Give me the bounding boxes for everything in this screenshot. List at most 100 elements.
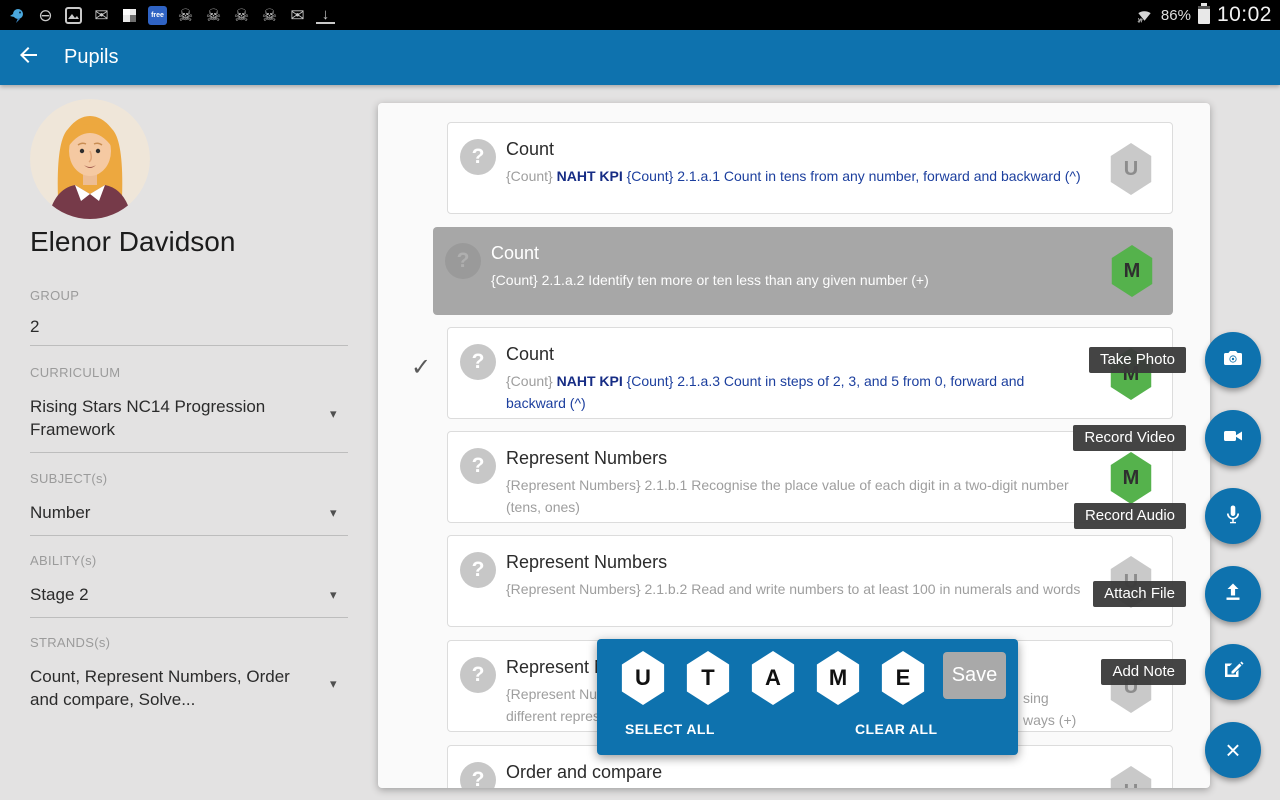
close-icon: × <box>1225 735 1241 765</box>
assessment-title: Count <box>506 139 555 159</box>
grade-option-e[interactable]: E <box>881 651 925 705</box>
divider <box>30 452 348 453</box>
assessment-row[interactable]: ? Represent Numbers {Represent Numbers} … <box>447 431 1173 523</box>
question-mark-icon[interactable]: ? <box>460 139 496 175</box>
freebooks-icon: free <box>148 5 167 25</box>
subject-select[interactable]: Number <box>30 501 320 524</box>
assessment-row-selected[interactable]: ? Count {Count} 2.1.a.2 Identify ten mor… <box>433 227 1173 315</box>
screenshot-icon <box>64 6 83 25</box>
assessment-row[interactable]: ? Count {Count} NAHT KPI {Count} 2.1.a.3… <box>447 327 1173 419</box>
assessment-title: Count <box>491 243 540 263</box>
camera-icon <box>1221 346 1245 375</box>
record-audio-button[interactable] <box>1205 488 1261 544</box>
chevron-down-icon: ▾ <box>330 587 337 602</box>
status-bar: ⊖ ✉ free ☠ ☠ ☠ ☠ ✉ ↓ 86% 10:02 <box>0 0 1280 30</box>
grade-option-u[interactable]: U <box>621 651 665 705</box>
ability-select[interactable]: Stage 2 <box>30 583 320 606</box>
assessment-title: Represent Numbers <box>506 448 668 468</box>
compose-icon <box>1221 658 1245 687</box>
add-note-tooltip: Add Note <box>1101 659 1186 685</box>
page-title: Pupils <box>64 46 119 68</box>
record-video-button[interactable] <box>1205 410 1261 466</box>
assessment-description: {Represent Numbers} 2.1.b.2 Read and wri… <box>506 578 1106 600</box>
chevron-down-icon: ▾ <box>330 505 337 520</box>
attach-file-tooltip: Attach File <box>1093 581 1186 607</box>
curriculum-select[interactable]: Rising Stars NC14 Progression Framework <box>30 395 320 441</box>
assessment-description: {Count} 2.1.a.2 Identify ten more or ten… <box>491 269 1091 291</box>
monster-icon: ☠ <box>261 5 278 25</box>
email-icon: ✉ <box>94 5 109 25</box>
assessment-title: Order and compare <box>506 762 663 782</box>
divider <box>30 617 348 618</box>
attach-file-button[interactable] <box>1205 566 1261 622</box>
monster-icon: ☠ <box>177 5 194 25</box>
question-mark-icon[interactable]: ? <box>460 344 496 380</box>
pupil-name: Elenor Davidson <box>30 226 236 257</box>
download-icon: ↓ <box>316 7 335 24</box>
strand-tag: {Count} <box>506 168 557 184</box>
statement-fragment: ways (+) <box>1023 712 1077 728</box>
subject-label: SUBJECT(s) <box>30 471 108 486</box>
assessment-description: {Represent Numbers} 2.1.b.1 Recognise th… <box>506 474 1106 518</box>
take-photo-tooltip: Take Photo <box>1088 347 1186 373</box>
app-bar: Pupils <box>0 30 1280 85</box>
pupil-avatar <box>30 99 150 219</box>
chevron-down-icon: ▾ <box>330 676 337 691</box>
question-mark-icon[interactable]: ? <box>460 762 496 788</box>
video-camera-icon <box>1221 424 1245 453</box>
blocked-icon: ⊖ <box>38 5 53 25</box>
monster-icon: ☠ <box>233 5 250 25</box>
statement-text: {Count} 2.1.a.1 Count in tens from any n… <box>626 168 1081 184</box>
monster-icon: ☠ <box>205 5 222 25</box>
strands-label: STRANDS(s) <box>30 635 111 650</box>
microphone-icon <box>1221 502 1245 531</box>
selected-check-icon: ✓ <box>411 354 432 381</box>
save-button[interactable]: Save <box>943 652 1006 699</box>
divider <box>30 345 348 346</box>
select-all-button[interactable]: SELECT ALL <box>625 721 715 737</box>
curriculum-label: CURRICULUM <box>30 365 121 380</box>
battery-percent: 86% <box>1160 6 1191 24</box>
question-mark-icon[interactable]: ? <box>445 243 481 279</box>
chevron-down-icon: ▾ <box>330 406 337 421</box>
assessment-description: {Count} NAHT KPI {Count} 2.1.a.1 Count i… <box>506 165 1106 187</box>
kpi-tag: NAHT KPI <box>556 373 627 389</box>
clear-all-button[interactable]: CLEAR ALL <box>855 721 937 737</box>
grade-option-a[interactable]: A <box>751 651 795 705</box>
statement-text: {Count} 2.1.a.2 Identify ten more or ten… <box>491 272 929 288</box>
add-note-button[interactable] <box>1205 644 1261 700</box>
divider <box>30 535 348 536</box>
email-badge-icon: ✉ <box>290 5 305 25</box>
record-video-tooltip: Record Video <box>1073 425 1186 451</box>
group-label: GROUP <box>30 288 80 303</box>
statement-fragment: sing <box>1023 690 1049 706</box>
clock: 10:02 <box>1216 3 1272 26</box>
upload-icon <box>1221 580 1245 609</box>
assessment-description: {Count} NAHT KPI {Count} 2.1.a.3 Count i… <box>506 370 1086 414</box>
question-mark-icon[interactable]: ? <box>460 448 496 484</box>
strands-select[interactable]: Count, Represent Numbers, Order and comp… <box>30 665 320 711</box>
question-mark-icon[interactable]: ? <box>460 657 496 693</box>
close-actions-button[interactable]: × <box>1205 722 1261 778</box>
assessment-title: Count <box>506 344 555 364</box>
flipboard-icon <box>120 6 139 25</box>
assessment-row[interactable]: ? Count {Count} NAHT KPI {Count} 2.1.a.1… <box>447 122 1173 214</box>
question-mark-icon[interactable]: ? <box>460 552 496 588</box>
assessment-row[interactable]: ? Represent Numbers {Represent Numbers} … <box>447 535 1173 627</box>
back-arrow-icon <box>16 43 40 72</box>
kpi-tag: NAHT KPI <box>556 168 627 184</box>
statement-text: {Represent Numbers} 2.1.b.2 Read and wri… <box>506 581 1081 597</box>
record-audio-tooltip: Record Audio <box>1073 503 1186 529</box>
twitter-bird-icon <box>8 6 27 25</box>
battery-icon <box>1197 3 1210 24</box>
back-button[interactable] <box>0 30 56 85</box>
wifi-icon <box>1135 6 1154 25</box>
ability-label: ABILITY(s) <box>30 553 97 568</box>
notification-icons: ⊖ ✉ free ☠ ☠ ☠ ☠ ✉ ↓ <box>8 5 335 25</box>
grade-option-m[interactable]: M <box>816 651 860 705</box>
take-photo-button[interactable] <box>1205 332 1261 388</box>
statement-text: {Represent Numbers} 2.1.b.1 Recognise th… <box>506 477 1069 515</box>
group-value: 2 <box>30 317 40 336</box>
grade-option-t[interactable]: T <box>686 651 730 705</box>
grade-select-popup: U T A M E Save SELECT ALL CLEAR ALL <box>597 639 1018 755</box>
